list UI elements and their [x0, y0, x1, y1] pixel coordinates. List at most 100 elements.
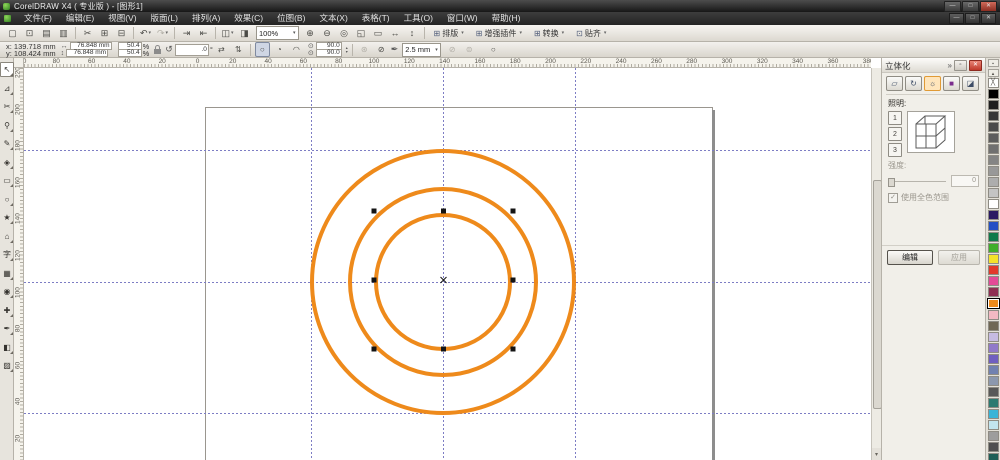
convert-toolbar-button[interactable]: ⊞ 转换 ▾ — [530, 26, 568, 41]
color-swatch-24[interactable] — [987, 343, 999, 353]
docker-chevron-icon[interactable]: » — [948, 61, 952, 70]
zoom-selected-button[interactable]: ◎ — [337, 26, 352, 41]
light-3-button[interactable]: 3 — [888, 143, 902, 157]
convert-to-curves-button[interactable]: ○ — [486, 42, 501, 57]
color-swatch-11[interactable] — [987, 199, 999, 209]
color-swatch-16[interactable] — [987, 254, 999, 264]
extrude-color-mode-button[interactable]: ■ — [943, 76, 960, 91]
menu-item-5[interactable]: 效果(C) — [227, 12, 270, 25]
menu-item-8[interactable]: 表格(T) — [355, 12, 397, 25]
selection-handle[interactable] — [441, 346, 446, 352]
color-swatch-15[interactable] — [987, 243, 999, 253]
import-button[interactable]: ⇥ — [179, 26, 194, 41]
selection-handle[interactable] — [371, 277, 377, 283]
color-swatch-33[interactable] — [987, 442, 999, 452]
lock-ratio-icon[interactable] — [154, 45, 162, 54]
redo-button[interactable]: ↷ ▾ — [155, 26, 170, 41]
spin-down-icon[interactable]: ▾ — [346, 49, 348, 54]
color-swatch-13[interactable] — [987, 221, 999, 231]
text-wrap-button[interactable]: ⊛ — [357, 42, 372, 57]
open-button[interactable]: ⊡ — [22, 26, 37, 41]
application-launcher-button[interactable]: ◫ ▾ — [220, 26, 235, 41]
full-color-checkbox[interactable]: ✓ — [888, 192, 898, 203]
basic-shapes-tool[interactable]: ⌂ — [0, 229, 14, 244]
color-swatch-17[interactable] — [987, 265, 999, 275]
menu-item-0[interactable]: 文件(F) — [17, 12, 59, 25]
menu-item-7[interactable]: 文本(X) — [312, 12, 354, 25]
color-swatch-7[interactable] — [987, 155, 999, 165]
color-swatch-31[interactable] — [987, 420, 999, 430]
export-button[interactable]: ⇤ — [196, 26, 211, 41]
color-swatch-14[interactable] — [987, 232, 999, 242]
color-swatch-26[interactable] — [987, 365, 999, 375]
apply-button[interactable]: 应用 — [938, 250, 980, 265]
color-swatch-12[interactable] — [987, 210, 999, 220]
color-swatch-20[interactable] — [986, 298, 1000, 309]
color-swatch-6[interactable] — [987, 144, 999, 154]
selection-handle[interactable] — [371, 346, 377, 352]
order-button[interactable]: ⊘ — [374, 42, 389, 57]
selection-handle[interactable] — [371, 208, 377, 214]
zoom-tool[interactable]: ⚲ — [0, 118, 14, 133]
color-swatch-28[interactable] — [987, 387, 999, 397]
color-swatch-10[interactable] — [987, 188, 999, 198]
rotation-angle-field[interactable]: .0 — [174, 43, 209, 56]
zoom-page-width-button[interactable]: ↔ — [388, 26, 403, 41]
color-swatch-21[interactable] — [987, 310, 999, 320]
fill-tool[interactable]: ◧ — [0, 340, 14, 355]
color-swatch-2[interactable] — [987, 100, 999, 110]
rectangle-tool[interactable]: ▭ — [0, 173, 14, 188]
zoom-out-button[interactable]: ⊖ — [320, 26, 335, 41]
selection-handle[interactable] — [441, 208, 446, 214]
outline-pen-tool[interactable]: ✒ — [0, 321, 14, 336]
freehand-tool[interactable]: ✎ — [0, 136, 14, 151]
zoom-page-button[interactable]: ▭ — [371, 26, 386, 41]
layout-toolbar-button[interactable]: ⊞ 排版 ▾ — [430, 26, 468, 41]
extrude-rotation-mode-button[interactable]: ↻ — [905, 76, 922, 91]
menu-item-1[interactable]: 编辑(E) — [59, 12, 101, 25]
pick-tool[interactable]: ↖ — [0, 62, 14, 77]
color-swatch-22[interactable] — [987, 321, 999, 331]
color-swatch-23[interactable] — [987, 332, 999, 342]
plugins-toolbar-button[interactable]: ⊞ 增强插件 ▾ — [472, 26, 526, 41]
welcome-screen-button[interactable]: ◨ — [237, 26, 252, 41]
menu-item-11[interactable]: 帮助(H) — [485, 12, 528, 25]
drawing-canvas[interactable] — [24, 68, 871, 460]
menu-item-6[interactable]: 位图(B) — [270, 12, 312, 25]
restore-button[interactable]: □ — [962, 0, 979, 12]
color-swatch-9[interactable] — [987, 177, 999, 187]
menu-item-9[interactable]: 工具(O) — [397, 12, 440, 25]
color-swatch-1[interactable] — [987, 89, 999, 99]
doc-minimize-button[interactable]: — — [949, 13, 964, 24]
position-y[interactable]: y: 108.424 mm — [6, 49, 56, 57]
doc-close-button[interactable]: ✕ — [981, 13, 996, 24]
zoom-level-combo[interactable]: 100% ▾ — [256, 26, 299, 40]
ruler-origin-corner[interactable] — [14, 58, 24, 68]
shape-tool[interactable]: ⊿ — [0, 81, 14, 96]
fill-open-curve-button[interactable]: ⊘ — [445, 42, 460, 57]
color-swatch-5[interactable] — [987, 133, 999, 143]
selection-handle[interactable] — [510, 346, 516, 352]
doc-restore-button[interactable]: □ — [965, 13, 980, 24]
angle-spinner[interactable]: ▴ ▾ — [346, 45, 348, 54]
edit-button[interactable]: 编辑 — [887, 250, 933, 265]
color-swatch-27[interactable] — [987, 376, 999, 386]
pie-mode-button[interactable]: ◔ — [272, 42, 287, 57]
intensity-value-field[interactable]: 0 — [951, 175, 979, 187]
cut-button[interactable]: ✂ — [80, 26, 95, 41]
palette-scroll-up-icon[interactable]: ▴ — [987, 69, 999, 77]
close-button[interactable]: ✕ — [980, 0, 997, 12]
polygon-tool[interactable]: ★ — [0, 210, 14, 225]
text-tool[interactable]: 字 — [0, 247, 14, 262]
ellipse-tool[interactable]: ○ — [0, 192, 14, 207]
light-1-button[interactable]: 1 — [888, 111, 902, 125]
menu-item-4[interactable]: 排列(A) — [185, 12, 227, 25]
end-angle-field[interactable]: 90.0 — [315, 49, 342, 57]
auto-close-curve-button[interactable]: ⊜ — [462, 42, 477, 57]
crop-tool[interactable]: ✂ — [0, 99, 14, 114]
interactive-blend-tool[interactable]: ◉ — [0, 284, 14, 299]
ellipse-mode-button[interactable]: ○ — [254, 42, 270, 57]
lighting-preview[interactable] — [907, 111, 955, 153]
minimize-button[interactable]: — — [944, 0, 961, 12]
slider-handle[interactable] — [888, 177, 895, 187]
